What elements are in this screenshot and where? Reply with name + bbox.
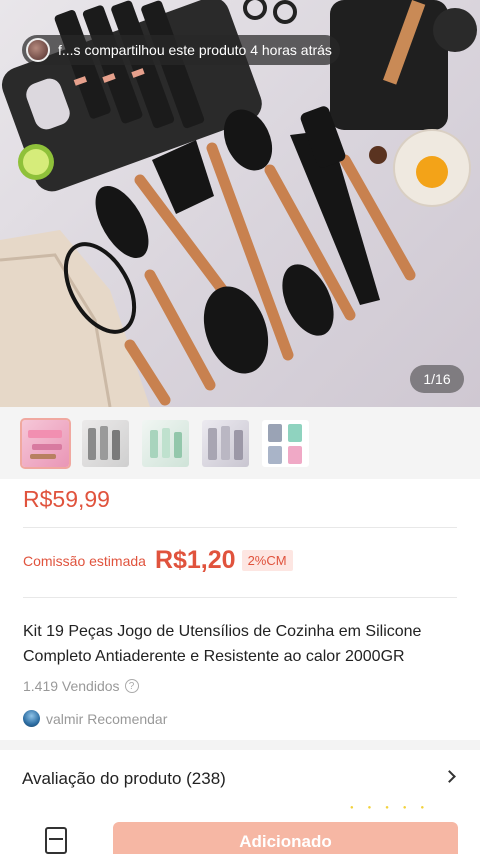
thumbnail-4[interactable] [202,419,249,467]
product-title: Kit 19 Peças Jogo de Utensílios de Cozin… [23,623,422,665]
commission-row: Comissão estimada R$1,20 2%CM [23,546,293,575]
commission-badge: 2%CM [241,550,293,571]
thumbnail-2[interactable] [82,419,129,467]
rating-stars: ●●●●● [350,805,439,811]
help-circle-icon[interactable]: ? [124,679,139,693]
image-counter: 1/16 [410,365,464,393]
product-image[interactable]: f...s compartilhou este produto 4 horas … [0,0,480,407]
divider [23,527,457,528]
thumbnail-1[interactable] [20,417,71,469]
sharer-avatar [26,38,50,62]
sold-count: 1.419 Vendidos ? [23,678,139,694]
added-button[interactable]: Adicionado [113,822,458,854]
recommender-row[interactable]: valmir Recomendar [23,710,167,727]
thumbnail-5[interactable] [262,419,309,467]
product-price: R$59,99 [23,486,110,512]
reviews-title: Avaliação do produto (238) [22,769,226,788]
divider [23,597,457,598]
recommender-text: valmir Recomendar [46,710,168,727]
commission-label: Comissão estimada [23,552,146,569]
share-notification: f...s compartilhou este produto 4 horas … [22,35,340,65]
share-text: f...s compartilhou este produto 4 horas … [58,42,332,58]
thumbnail-3[interactable] [142,419,189,467]
sold-text: 1.419 Vendidos [23,678,120,694]
cart-icon[interactable] [45,827,67,854]
section-separator [0,740,480,750]
product-reviews-row[interactable]: Avaliação do produto (238) [0,750,480,808]
bottom-action-bar: Adicionado [0,814,480,854]
recommender-avatar [23,710,40,727]
chevron-right-icon [443,770,456,783]
commission-value: R$1,20 [154,546,236,574]
thumbnail-strip [0,407,480,479]
